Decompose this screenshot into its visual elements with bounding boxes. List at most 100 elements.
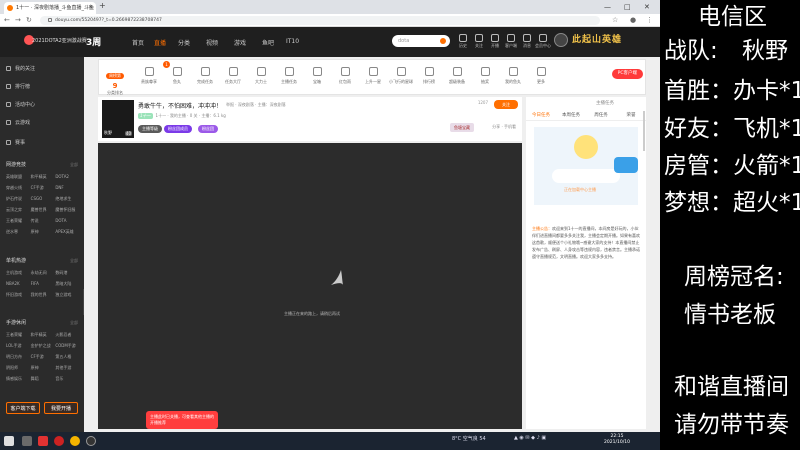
vip-button[interactable]: 会员中心 [534,34,552,49]
promo-badge-icon[interactable] [614,157,638,173]
back-icon[interactable]: ← [4,15,10,26]
new-tab-button[interactable]: + [99,1,106,10]
sidebar-item-events[interactable]: 活动中心 [6,101,35,108]
category-link[interactable]: DOTA [55,218,80,224]
anchor-level-button[interactable]: 主播等级 [138,125,162,133]
nav-yuba[interactable]: 鱼吧 [262,38,274,47]
sidebar-item-cloudgame[interactable]: 云游戏 [6,119,30,126]
menu-icon[interactable]: ⋮ [646,15,653,26]
category-link[interactable]: 阴阳师 [6,365,31,371]
category-link[interactable]: 情感娱乐 [6,376,31,382]
nav-ti10[interactable]: IT10 [286,38,299,45]
toolbar-item[interactable]: 排行榜 [415,67,443,85]
category-link[interactable]: CSGO [31,196,56,202]
category-link[interactable]: 王者荣耀 [6,332,31,338]
toolbar-item[interactable]: 更多 [527,67,555,85]
sidebar-item-ranking[interactable]: 排行榜 [6,83,30,90]
category-link[interactable]: CF手游 [31,354,56,360]
category-link[interactable]: 原神 [31,365,56,371]
category-link[interactable]: 数码港 [55,270,80,276]
category-link[interactable]: 金铲铲之战 [31,343,56,349]
event-badge[interactable]: 3周 [86,35,101,48]
forward-icon[interactable]: → [15,15,21,26]
sidebar-item-esports[interactable]: 赛事 [6,139,25,146]
nav-video[interactable]: 视频 [206,38,218,47]
toolbar-item[interactable]: 我的鱼丸 [499,67,527,85]
close-window-button[interactable]: ✕ [644,0,650,14]
category-link[interactable]: 魔兽怀旧服 [55,207,80,213]
weather-status[interactable]: 8°C 空气良 54 [452,435,486,442]
anchor-avatar[interactable]: 秋野 40 [102,100,134,138]
toolbar-item[interactable]: 超级装备 [443,67,471,85]
sidebar-item-follows[interactable]: 我的关注 [6,65,35,72]
nav-category[interactable]: 分类 [178,38,190,47]
tray-icons[interactable]: ▲ ◉ ✉ ◆ ♪ ▣ [514,435,546,441]
toolbar-item[interactable]: 完成任务 [191,67,219,85]
category-link[interactable]: 王者荣耀 [6,218,31,224]
toolbar-item[interactable]: 抽奖 [471,67,499,85]
tab-weekly[interactable]: 本周任务 [556,111,586,120]
category-rank[interactable]: 周榜第 9 分类排名 [99,62,131,96]
category-link[interactable]: 怀旧游戏 [6,292,31,298]
search-input[interactable]: dota [392,35,450,47]
tab-daily[interactable]: 今日任务 [526,111,556,120]
nav-live[interactable]: 直播 [154,38,166,47]
reload-icon[interactable]: ↻ [26,15,32,26]
follow-anchor-button[interactable]: 关注 [494,100,518,109]
profile-icon[interactable]: ● [630,15,636,26]
category-link[interactable]: 和平精英 [31,332,56,338]
category-link[interactable]: 火影忍者 [55,332,80,338]
user-avatar[interactable] [554,33,568,47]
minimize-button[interactable]: — [604,0,611,14]
category-link[interactable]: 云顶之弈 [6,207,31,213]
category-link[interactable]: LOL手游 [6,343,31,349]
task-view-icon[interactable] [22,436,32,446]
chrome-icon[interactable] [70,436,80,446]
category-link[interactable]: 第五人格 [55,354,80,360]
tab-week[interactable]: 周任务 [586,111,616,120]
toolbar-item[interactable]: 任务大厅 [219,67,247,85]
category-link[interactable]: 和平精英 [31,174,56,180]
nav-home[interactable]: 首页 [132,38,144,47]
toolbar-item[interactable]: 红包雨 [331,67,359,85]
toolbar-item[interactable]: 鱼丸 [163,67,191,85]
room-tags[interactable]: 举报 · 深夜剧落 · 主播：深夜剧落 [226,102,286,108]
fish-pond-button[interactable]: 鱼塘宝藏 [450,123,474,132]
category-link[interactable]: 英雄联盟 [6,174,31,180]
category-link[interactable]: 永劫无间 [31,270,56,276]
offline-tip[interactable]: 主播此时已关播，可查看其他主播的开播推荐 [146,411,218,429]
category-link[interactable]: 传说 [31,218,56,224]
category-link[interactable]: 炉石传说 [6,196,31,202]
section-more-mobile[interactable]: 全部 [70,320,78,326]
windows-start-icon[interactable] [4,436,14,446]
section-more-single[interactable]: 全部 [70,258,78,264]
category-link[interactable]: 绝地求生 [55,196,80,202]
category-link[interactable]: 独立游戏 [55,292,80,298]
close-tab-icon[interactable]: ✕ [88,2,93,14]
panel-scrollbar[interactable] [643,111,645,151]
category-link[interactable]: 逆水寒 [6,229,31,235]
toolbar-item[interactable]: 主播任务 [275,67,303,85]
category-link[interactable]: 穿越火线 [6,185,31,191]
pc-client-button[interactable]: PC客户端 [611,69,643,79]
url-field[interactable]: douyu.com/5520497?_t=0.2669872238708747 [40,16,600,25]
category-link[interactable]: FIFA [31,281,56,287]
section-more-netgames[interactable]: 全部 [70,162,78,168]
download-client-button[interactable]: 客户端下载 [6,402,40,414]
toolbar-item[interactable]: 宝箱 [303,67,331,85]
tab-honor[interactable]: 荣誉 [616,111,646,120]
start-stream-sidebar-button[interactable]: 我要开播 [44,402,78,414]
category-link[interactable]: APEX英雄 [55,229,80,235]
fan-member-button[interactable]: 粉丝团成员 [164,125,192,133]
category-link[interactable]: 舞蹈 [31,376,56,382]
category-link[interactable]: 魔兽世界 [31,207,56,213]
toolbar-item[interactable]: 贵族尊享 [135,67,163,85]
category-link[interactable]: 主机游戏 [6,270,31,276]
clock[interactable]: 22:15 2021/10/10 [604,434,630,446]
app-icon[interactable] [38,436,48,446]
app-icon[interactable] [54,436,64,446]
toolbar-item[interactable]: 大力士 [247,67,275,85]
category-link[interactable]: CF手游 [31,185,56,191]
obs-icon[interactable] [86,436,96,446]
category-link[interactable]: 原神 [31,229,56,235]
